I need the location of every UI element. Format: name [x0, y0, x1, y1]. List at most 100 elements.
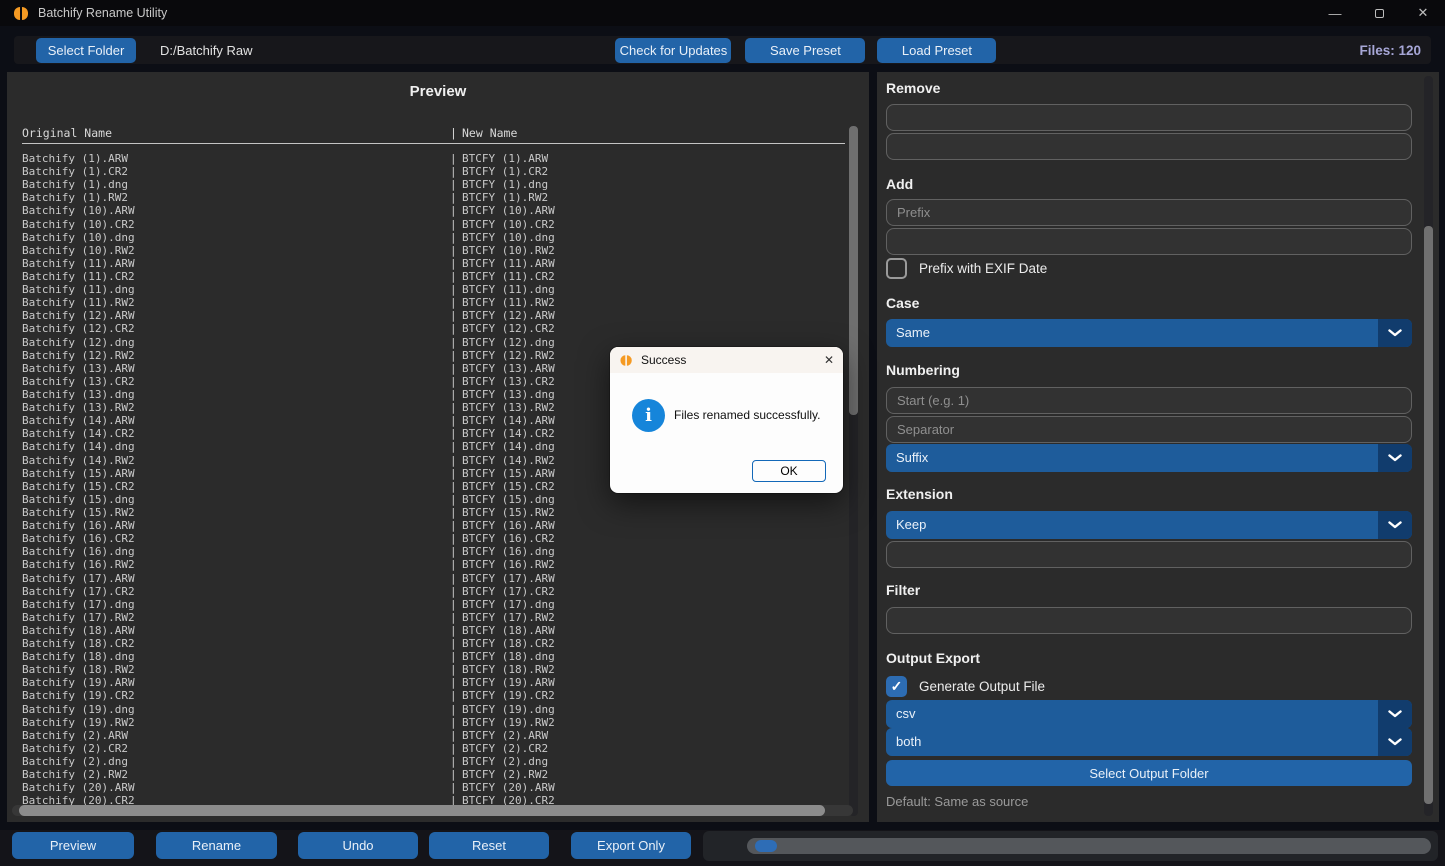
ok-button[interactable]: OK [752, 460, 826, 482]
minimize-icon[interactable]: — [1313, 0, 1357, 26]
original-name-cell: Batchify (10).RW2 [22, 244, 450, 257]
file-row: Batchify (18).ARW | BTCFY (18).ARW [22, 624, 835, 637]
add-header: Add [886, 176, 1412, 193]
dialog-close-icon[interactable]: ✕ [824, 353, 834, 367]
row-separator: | [450, 191, 462, 204]
new-name-cell: BTCFY (12).dng [462, 336, 555, 349]
select-folder-button[interactable]: Select Folder [36, 38, 136, 63]
original-name-cell: Batchify (11).ARW [22, 257, 450, 270]
new-name-cell: BTCFY (12).RW2 [462, 349, 555, 362]
generate-output-checkbox[interactable]: ✓ [886, 676, 907, 697]
row-separator: | [450, 257, 462, 270]
original-name-cell: Batchify (1).ARW [22, 152, 450, 165]
progress-track [747, 838, 1431, 854]
load-preset-button[interactable]: Load Preset [877, 38, 996, 63]
exif-checkbox[interactable] [886, 258, 907, 279]
panel-scrollbar[interactable] [1424, 76, 1433, 816]
row-separator: | [450, 349, 462, 362]
original-name-cell: Batchify (14).CR2 [22, 427, 450, 440]
new-name-cell: BTCFY (16).ARW [462, 519, 555, 532]
check-icon: ✓ [891, 678, 903, 695]
original-name-cell: Batchify (10).dng [22, 231, 450, 244]
numbering-start-input[interactable] [886, 387, 1412, 414]
numbering-position-select[interactable]: Suffix [886, 444, 1412, 472]
original-name-cell: Batchify (12).CR2 [22, 322, 450, 335]
vertical-scrollbar[interactable] [849, 126, 858, 816]
exif-checkbox-row[interactable]: Prefix with EXIF Date [886, 258, 1412, 279]
file-row: Batchify (17).CR2 | BTCFY (17).CR2 [22, 585, 835, 598]
new-name-cell: BTCFY (10).dng [462, 231, 555, 244]
original-name-cell: Batchify (19).RW2 [22, 716, 450, 729]
original-name-cell: Batchify (1).RW2 [22, 191, 450, 204]
file-row: Batchify (15).RW2 | BTCFY (15).RW2 [22, 506, 835, 519]
original-name-cell: Batchify (13).CR2 [22, 375, 450, 388]
export-only-button[interactable]: Export Only [571, 832, 691, 859]
close-icon[interactable]: ✕ [1401, 0, 1445, 26]
numbering-separator-input[interactable] [886, 416, 1412, 443]
original-name-cell: Batchify (11).CR2 [22, 270, 450, 283]
preview-button[interactable]: Preview [12, 832, 134, 859]
remove-input-1[interactable] [886, 104, 1412, 131]
window-controls: — ✕ [1313, 0, 1445, 26]
file-row: Batchify (19).CR2 | BTCFY (19).CR2 [22, 689, 835, 702]
original-name-cell: Batchify (16).dng [22, 545, 450, 558]
original-name-cell: Batchify (13).ARW [22, 362, 450, 375]
new-name-cell: BTCFY (14).ARW [462, 414, 555, 427]
case-select[interactable]: Same [886, 319, 1412, 347]
filter-input[interactable] [886, 607, 1412, 634]
output-mode-select[interactable]: both [886, 728, 1412, 756]
toolbar: Select Folder D:/Batchify Raw Check for … [14, 36, 1431, 64]
save-preset-button[interactable]: Save Preset [745, 38, 865, 63]
file-row: Batchify (10).CR2 | BTCFY (10).CR2 [22, 218, 835, 231]
new-name-cell: BTCFY (1).CR2 [462, 165, 548, 178]
options-panel: Remove Add Prefix with EXIF Date Case Sa… [877, 72, 1439, 822]
generate-output-row[interactable]: ✓ Generate Output File [886, 676, 1412, 697]
remove-header: Remove [886, 80, 1412, 97]
original-name-cell: Batchify (12).dng [22, 336, 450, 349]
select-output-folder-button[interactable]: Select Output Folder [886, 760, 1412, 786]
original-name-cell: Batchify (15).RW2 [22, 506, 450, 519]
chevron-down-icon [1378, 728, 1412, 756]
row-separator: | [450, 532, 462, 545]
original-name-cell: Batchify (2).RW2 [22, 768, 450, 781]
original-name-cell: Batchify (14).dng [22, 440, 450, 453]
horizontal-scrollbar[interactable] [12, 805, 853, 816]
original-name-cell: Batchify (16).ARW [22, 519, 450, 532]
extension-input[interactable] [886, 541, 1412, 568]
original-name-cell: Batchify (17).RW2 [22, 611, 450, 624]
file-row: Batchify (18).dng | BTCFY (18).dng [22, 650, 835, 663]
new-name-cell: BTCFY (13).RW2 [462, 401, 555, 414]
original-name-cell: Batchify (18).RW2 [22, 663, 450, 676]
panel-scrollbar-thumb[interactable] [1424, 226, 1433, 804]
new-name-cell: BTCFY (16).CR2 [462, 532, 555, 545]
file-row: Batchify (10).RW2 | BTCFY (10).RW2 [22, 244, 835, 257]
row-separator: | [450, 427, 462, 440]
row-separator: | [450, 336, 462, 349]
horizontal-scrollbar-thumb[interactable] [19, 805, 825, 816]
new-name-cell: BTCFY (15).RW2 [462, 506, 555, 519]
new-name-cell: BTCFY (14).CR2 [462, 427, 555, 440]
file-row: Batchify (1).CR2 | BTCFY (1).CR2 [22, 165, 835, 178]
check-updates-button[interactable]: Check for Updates [615, 38, 731, 63]
original-name-cell: Batchify (18).ARW [22, 624, 450, 637]
new-name-cell: BTCFY (19).RW2 [462, 716, 555, 729]
info-icon: i [632, 399, 665, 432]
reset-button[interactable]: Reset [429, 832, 549, 859]
maximize-icon[interactable] [1357, 0, 1401, 26]
undo-button[interactable]: Undo [298, 832, 418, 859]
rename-button[interactable]: Rename [156, 832, 277, 859]
remove-input-2[interactable] [886, 133, 1412, 160]
progress-chunk [755, 840, 777, 852]
column-original-name: Original Name [22, 126, 450, 140]
new-name-cell: BTCFY (2).ARW [462, 729, 548, 742]
row-separator: | [450, 296, 462, 309]
suffix-input[interactable] [886, 228, 1412, 255]
output-default-note: Default: Same as source [886, 794, 1412, 809]
extension-select[interactable]: Keep [886, 511, 1412, 539]
row-separator: | [450, 322, 462, 335]
prefix-input[interactable] [886, 199, 1412, 226]
vertical-scrollbar-thumb[interactable] [849, 126, 858, 415]
output-format-select[interactable]: csv [886, 700, 1412, 728]
original-name-cell: Batchify (13).RW2 [22, 401, 450, 414]
row-separator: | [450, 218, 462, 231]
